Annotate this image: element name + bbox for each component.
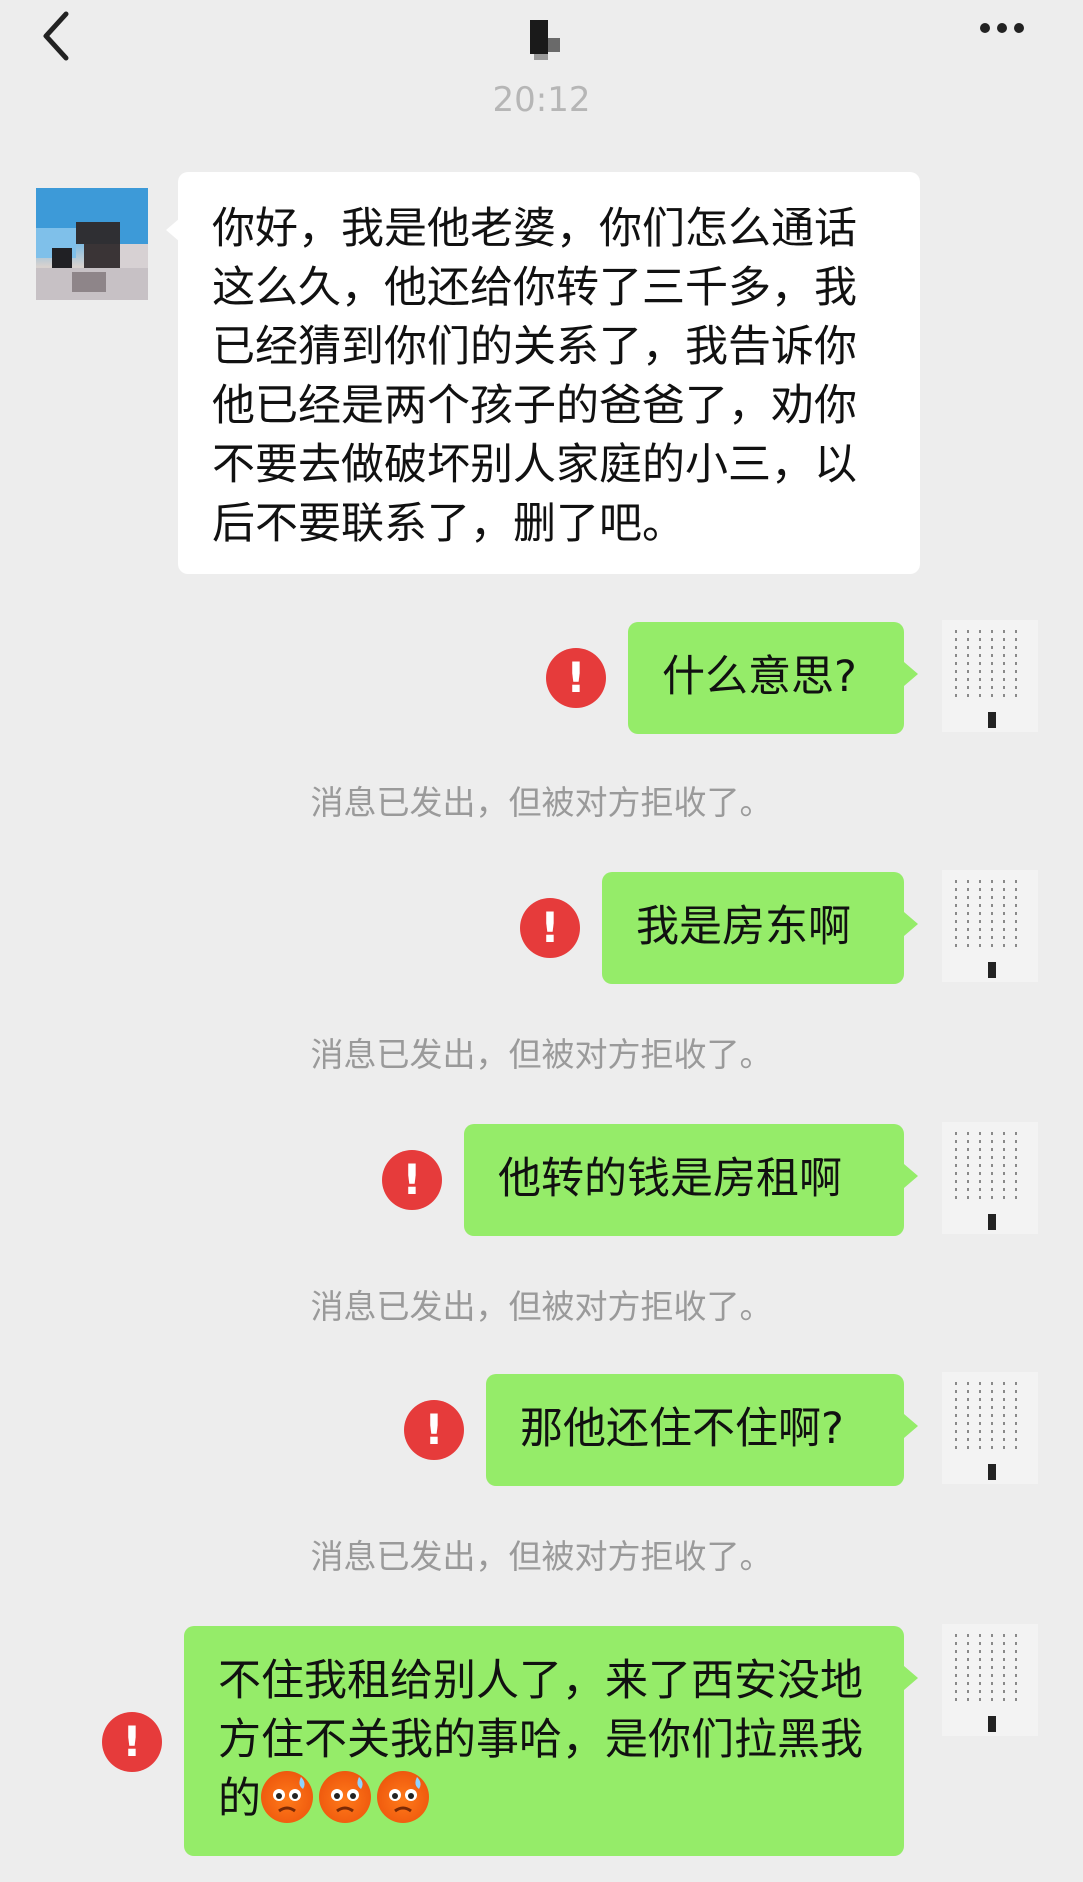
more-menu-button[interactable] (975, 16, 1035, 40)
avatar[interactable] (36, 188, 148, 300)
back-button[interactable] (36, 6, 86, 66)
exclamation-circle-icon[interactable]: ! (404, 1400, 464, 1460)
chevron-left-icon (43, 11, 69, 61)
cold-sweat-emoji (319, 1771, 371, 1823)
bubble-tail (904, 1164, 918, 1188)
cold-sweat-emoji (377, 1771, 429, 1823)
message-text: 不住我租给别人了，来了西安没地方住不关我的事哈，是你们拉黑我的 (218, 1656, 863, 1824)
sent-message-bubble[interactable]: 我是房东啊 (602, 872, 904, 984)
message-text: 我是房东啊 (636, 902, 851, 952)
exclamation-circle-icon[interactable]: ! (102, 1712, 162, 1772)
contact-name-pixelated (530, 20, 570, 60)
system-notice: 消息已发出，但被对方拒收了。 (310, 1035, 773, 1074)
avatar[interactable] (942, 620, 1038, 732)
message-text: 你好，我是他老婆，你们怎么通话这么久，他还给你转了三千多，我已经猜到你们的关系了… (212, 204, 857, 549)
sent-message-bubble[interactable]: 他转的钱是房租啊 (464, 1124, 904, 1236)
sent-message-bubble[interactable]: 什么意思? (628, 622, 904, 734)
bubble-tail (904, 1666, 918, 1690)
avatar[interactable] (942, 1624, 1038, 1736)
bubble-tail (904, 1414, 918, 1438)
message-text: 他转的钱是房租啊 (498, 1154, 842, 1204)
received-message-bubble[interactable]: 你好，我是他老婆，你们怎么通话这么久，他还给你转了三千多，我已经猜到你们的关系了… (178, 172, 920, 574)
chat-timestamp: 20:12 (492, 80, 591, 120)
bubble-tail (904, 912, 918, 936)
avatar[interactable] (942, 870, 1038, 982)
avatar[interactable] (942, 1372, 1038, 1484)
avatar[interactable] (942, 1122, 1038, 1234)
system-notice: 消息已发出，但被对方拒收了。 (310, 783, 773, 822)
cold-sweat-emoji (261, 1771, 313, 1823)
exclamation-circle-icon[interactable]: ! (546, 648, 606, 708)
sent-message-bubble[interactable]: 不住我租给别人了，来了西安没地方住不关我的事哈，是你们拉黑我的 (184, 1626, 904, 1856)
message-text: 什么意思? (662, 652, 857, 702)
sent-message-bubble[interactable]: 那他还住不住啊? (486, 1374, 904, 1486)
bubble-tail (904, 662, 918, 686)
more-dots-icon (980, 23, 1024, 33)
exclamation-circle-icon[interactable]: ! (520, 898, 580, 958)
system-notice: 消息已发出，但被对方拒收了。 (310, 1287, 773, 1326)
exclamation-circle-icon[interactable]: ! (382, 1150, 442, 1210)
message-text: 那他还住不住啊? (520, 1404, 844, 1454)
system-notice: 消息已发出，但被对方拒收了。 (310, 1537, 773, 1576)
